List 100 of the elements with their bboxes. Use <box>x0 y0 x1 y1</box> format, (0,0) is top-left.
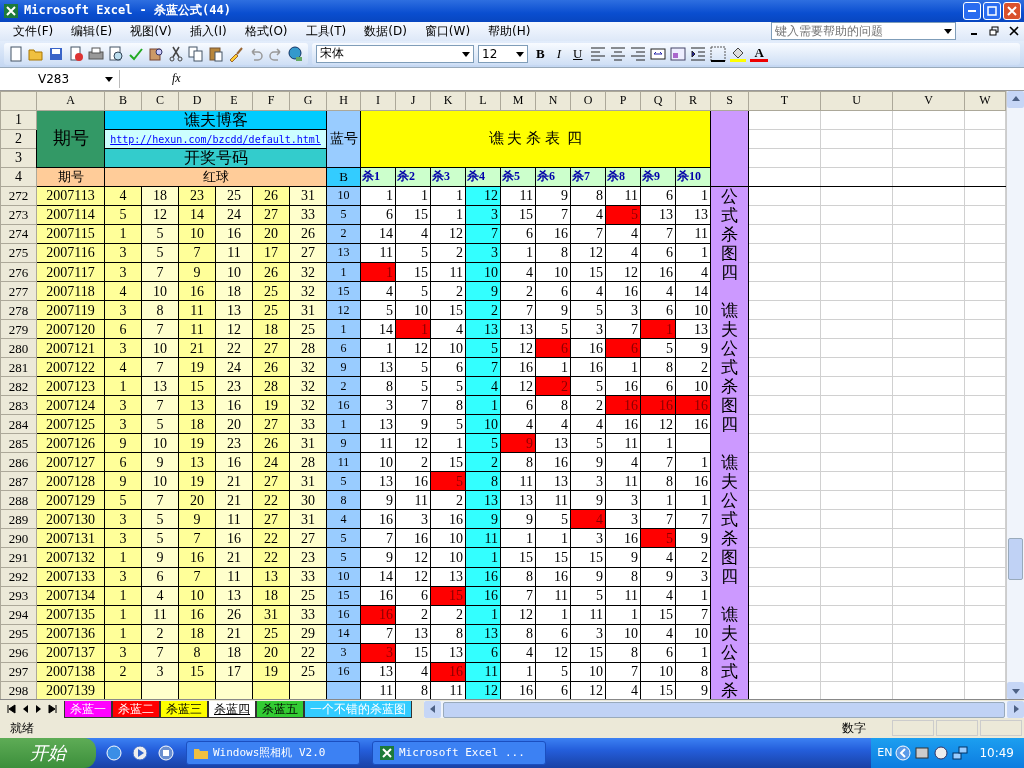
sheet-tab[interactable]: 杀蓝二 <box>112 700 160 718</box>
taskbar-button[interactable]: Windows照相机 V2.0 <box>186 741 360 765</box>
side-note: 谯夫公式杀 <box>721 604 738 700</box>
close-icon <box>1007 6 1017 16</box>
column-header[interactable]: C <box>141 91 179 111</box>
vertical-scrollbar[interactable] <box>1006 90 1024 700</box>
menu-item[interactable]: 编辑(E) <box>62 22 122 40</box>
maximize-icon <box>987 6 997 16</box>
permission-icon[interactable] <box>68 45 84 62</box>
column-header[interactable]: K <box>430 91 466 111</box>
dropdown-caret-icon[interactable] <box>516 49 524 58</box>
brush-icon[interactable] <box>228 45 244 62</box>
align-left-icon[interactable] <box>590 45 607 62</box>
column-header[interactable]: R <box>675 91 711 111</box>
new-document-icon[interactable] <box>8 45 24 62</box>
last-sheet-icon[interactable] <box>48 704 58 715</box>
column-header[interactable]: A <box>36 91 105 111</box>
font-size-field[interactable]: 12 <box>478 44 528 63</box>
restore-icon[interactable] <box>989 26 999 37</box>
function-label[interactable]: fx <box>172 71 181 87</box>
tray-app-icon[interactable] <box>933 745 950 761</box>
menu-item[interactable]: 窗口(W) <box>415 22 480 40</box>
column-header[interactable]: T <box>748 91 821 111</box>
indent-icon[interactable] <box>690 45 707 62</box>
column-header[interactable]: M <box>500 91 536 111</box>
align-right-icon[interactable] <box>630 45 647 62</box>
save-icon[interactable] <box>48 45 64 62</box>
expand-tray-icon[interactable] <box>895 745 912 761</box>
fill-bucket-icon[interactable] <box>730 45 747 62</box>
italic-button[interactable]: I <box>552 45 565 62</box>
menu-item[interactable]: 文件(F) <box>4 22 63 40</box>
column-header[interactable]: N <box>535 91 571 111</box>
excel-icon <box>3 3 19 19</box>
column-header[interactable]: P <box>605 91 641 111</box>
dropdown-caret-icon[interactable] <box>462 49 470 58</box>
column-header[interactable]: I <box>360 91 396 111</box>
scroll-down-icon[interactable] <box>1011 686 1020 695</box>
undo-icon[interactable] <box>248 45 264 62</box>
side-note: 公式杀图四 <box>721 186 738 282</box>
kill-table-banner: 谯 夫 杀 表 四 <box>360 110 711 168</box>
underline-button[interactable]: U <box>569 45 587 62</box>
menu-item[interactable]: 数据(D) <box>355 22 416 40</box>
paste-icon[interactable] <box>208 45 224 62</box>
bold-button[interactable]: B <box>532 45 549 62</box>
font-color-button[interactable]: A <box>750 45 768 62</box>
research-icon[interactable] <box>148 45 164 62</box>
align-center-icon[interactable] <box>610 45 627 62</box>
column-header[interactable]: V <box>892 91 965 111</box>
column-header[interactable]: J <box>395 91 431 111</box>
menu-item[interactable]: 帮助(H) <box>479 22 540 40</box>
menu-item[interactable]: 插入(I) <box>180 22 236 40</box>
borders-icon[interactable] <box>710 45 727 62</box>
minimize-button[interactable] <box>963 2 981 20</box>
column-header[interactable]: E <box>215 91 253 111</box>
first-sheet-icon[interactable] <box>6 704 16 715</box>
dropdown-caret-icon[interactable] <box>105 74 113 83</box>
sheet-tab[interactable]: 杀蓝五 <box>256 700 304 718</box>
column-header[interactable]: U <box>820 91 893 111</box>
name-box[interactable]: V283 <box>0 69 120 88</box>
column-header[interactable]: Q <box>640 91 676 111</box>
browser-icon[interactable] <box>106 745 122 761</box>
copy-icon[interactable] <box>188 45 204 62</box>
scroll-up-icon[interactable] <box>1011 95 1020 104</box>
clock: 10:49 <box>979 746 1014 760</box>
column-header[interactable]: F <box>252 91 290 111</box>
media-player-icon[interactable] <box>132 745 148 761</box>
column-header[interactable]: L <box>465 91 501 111</box>
status-panel <box>936 720 978 736</box>
column-header[interactable]: S <box>710 91 749 111</box>
help-search-field[interactable]: 键入需要帮助的问题 <box>771 22 956 41</box>
close-icon[interactable] <box>1009 26 1019 37</box>
taskbar-button[interactable]: Microsoft Excel ... <box>372 741 546 765</box>
scissors-icon[interactable] <box>168 45 184 62</box>
close-button[interactable] <box>1003 2 1021 20</box>
messenger-icon[interactable] <box>158 745 174 761</box>
status-panel <box>980 720 1022 736</box>
tray-app-icon[interactable] <box>914 745 931 761</box>
sheet-tab[interactable]: 杀蓝四 <box>208 700 256 718</box>
column-header[interactable]: W <box>964 91 1006 111</box>
print-icon[interactable] <box>88 45 104 62</box>
menu-item[interactable]: 格式(O) <box>235 22 297 40</box>
globe-link-icon[interactable] <box>288 45 304 62</box>
status-mode: 数字 <box>842 719 867 737</box>
scroll-left-icon[interactable] <box>428 705 437 714</box>
chart-window-icon[interactable] <box>670 45 687 62</box>
print-preview-icon[interactable] <box>108 45 124 62</box>
column-header[interactable]: O <box>570 91 606 111</box>
column-header[interactable]: H <box>326 91 361 111</box>
font-name-field[interactable]: 宋体 <box>316 44 474 63</box>
maximize-button[interactable] <box>983 2 1001 20</box>
network-icon[interactable] <box>952 745 969 761</box>
menu-item[interactable]: 工具(T) <box>296 22 356 40</box>
column-header[interactable]: D <box>178 91 216 111</box>
column-header[interactable]: B <box>104 91 142 111</box>
scrollbar-thumb[interactable] <box>1008 537 1023 580</box>
sheet-tab[interactable]: 杀蓝三 <box>160 700 208 718</box>
scroll-right-icon[interactable] <box>1011 705 1020 714</box>
merge-cells-icon[interactable] <box>650 45 667 62</box>
column-header[interactable]: G <box>289 91 327 111</box>
menu-item[interactable]: 视图(V) <box>121 22 181 40</box>
